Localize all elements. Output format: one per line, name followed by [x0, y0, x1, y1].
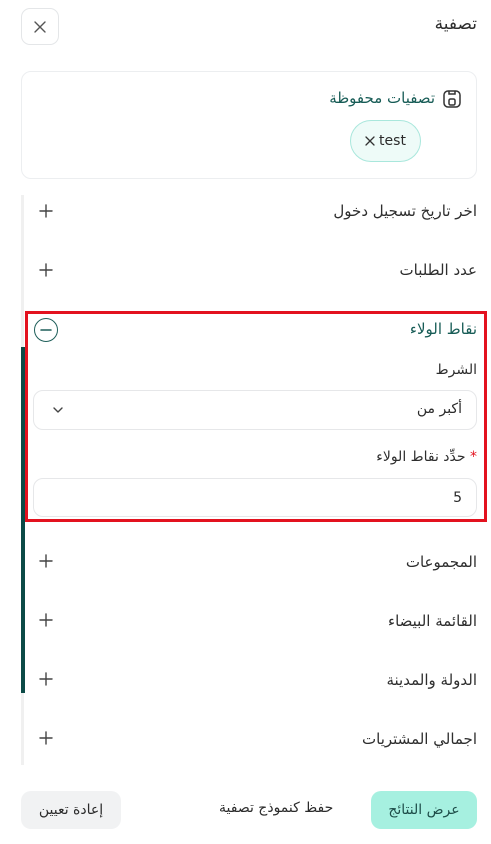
section-last-login-label[interactable]: اخر تاريخ تسجيل دخول — [333, 202, 477, 220]
plus-icon — [39, 263, 53, 277]
close-button[interactable] — [21, 8, 59, 45]
plus-icon — [39, 731, 53, 745]
points-input[interactable] — [33, 478, 477, 517]
x-icon[interactable] — [365, 136, 375, 146]
minus-icon — [40, 329, 52, 331]
expand-whitelist-button[interactable] — [36, 610, 56, 630]
plus-icon — [39, 204, 53, 218]
required-mark: * — [470, 449, 477, 465]
section-whitelist-label[interactable]: القائمة البيضاء — [388, 612, 477, 630]
reset-button[interactable]: إعادة تعيين — [21, 791, 121, 829]
condition-select[interactable]: أكبر من — [33, 390, 477, 430]
section-total-purchases-label[interactable]: اجمالي المشتريات — [362, 730, 477, 748]
saved-filter-chip[interactable]: test — [350, 120, 421, 162]
plus-icon — [39, 672, 53, 686]
close-icon — [34, 20, 46, 33]
plus-icon — [39, 613, 53, 627]
save-icon — [443, 90, 461, 108]
show-results-button[interactable]: عرض النتائج — [371, 791, 477, 829]
save-as-model-button[interactable]: حفظ كنموذج تصفية — [219, 800, 333, 816]
condition-select-value: أكبر من — [416, 401, 462, 417]
points-label: حدِّد نقاط الولاء * — [376, 449, 477, 465]
section-country-city-label[interactable]: الدولة والمدينة — [386, 671, 477, 689]
saved-filters-title: تصفيات محفوظة — [329, 89, 435, 107]
plus-icon — [39, 554, 53, 568]
expand-groups-button[interactable] — [36, 551, 56, 571]
section-groups-label[interactable]: المجموعات — [406, 553, 477, 571]
section-loyalty-points-label[interactable]: نقاط الولاء — [410, 320, 477, 338]
chevron-down-icon — [53, 407, 63, 413]
expand-total-purchases-button[interactable] — [36, 728, 56, 748]
condition-label: الشرط — [435, 362, 477, 378]
section-orders-count-label[interactable]: عدد الطلبات — [400, 261, 478, 279]
expand-orders-count-button[interactable] — [36, 260, 56, 280]
collapse-loyalty-points-button[interactable] — [34, 318, 58, 342]
page-title: تصفية — [434, 14, 477, 34]
expand-country-city-button[interactable] — [36, 669, 56, 689]
expand-last-login-button[interactable] — [36, 201, 56, 221]
chip-label: test — [379, 133, 406, 149]
points-label-text: حدِّد نقاط الولاء — [376, 449, 466, 465]
